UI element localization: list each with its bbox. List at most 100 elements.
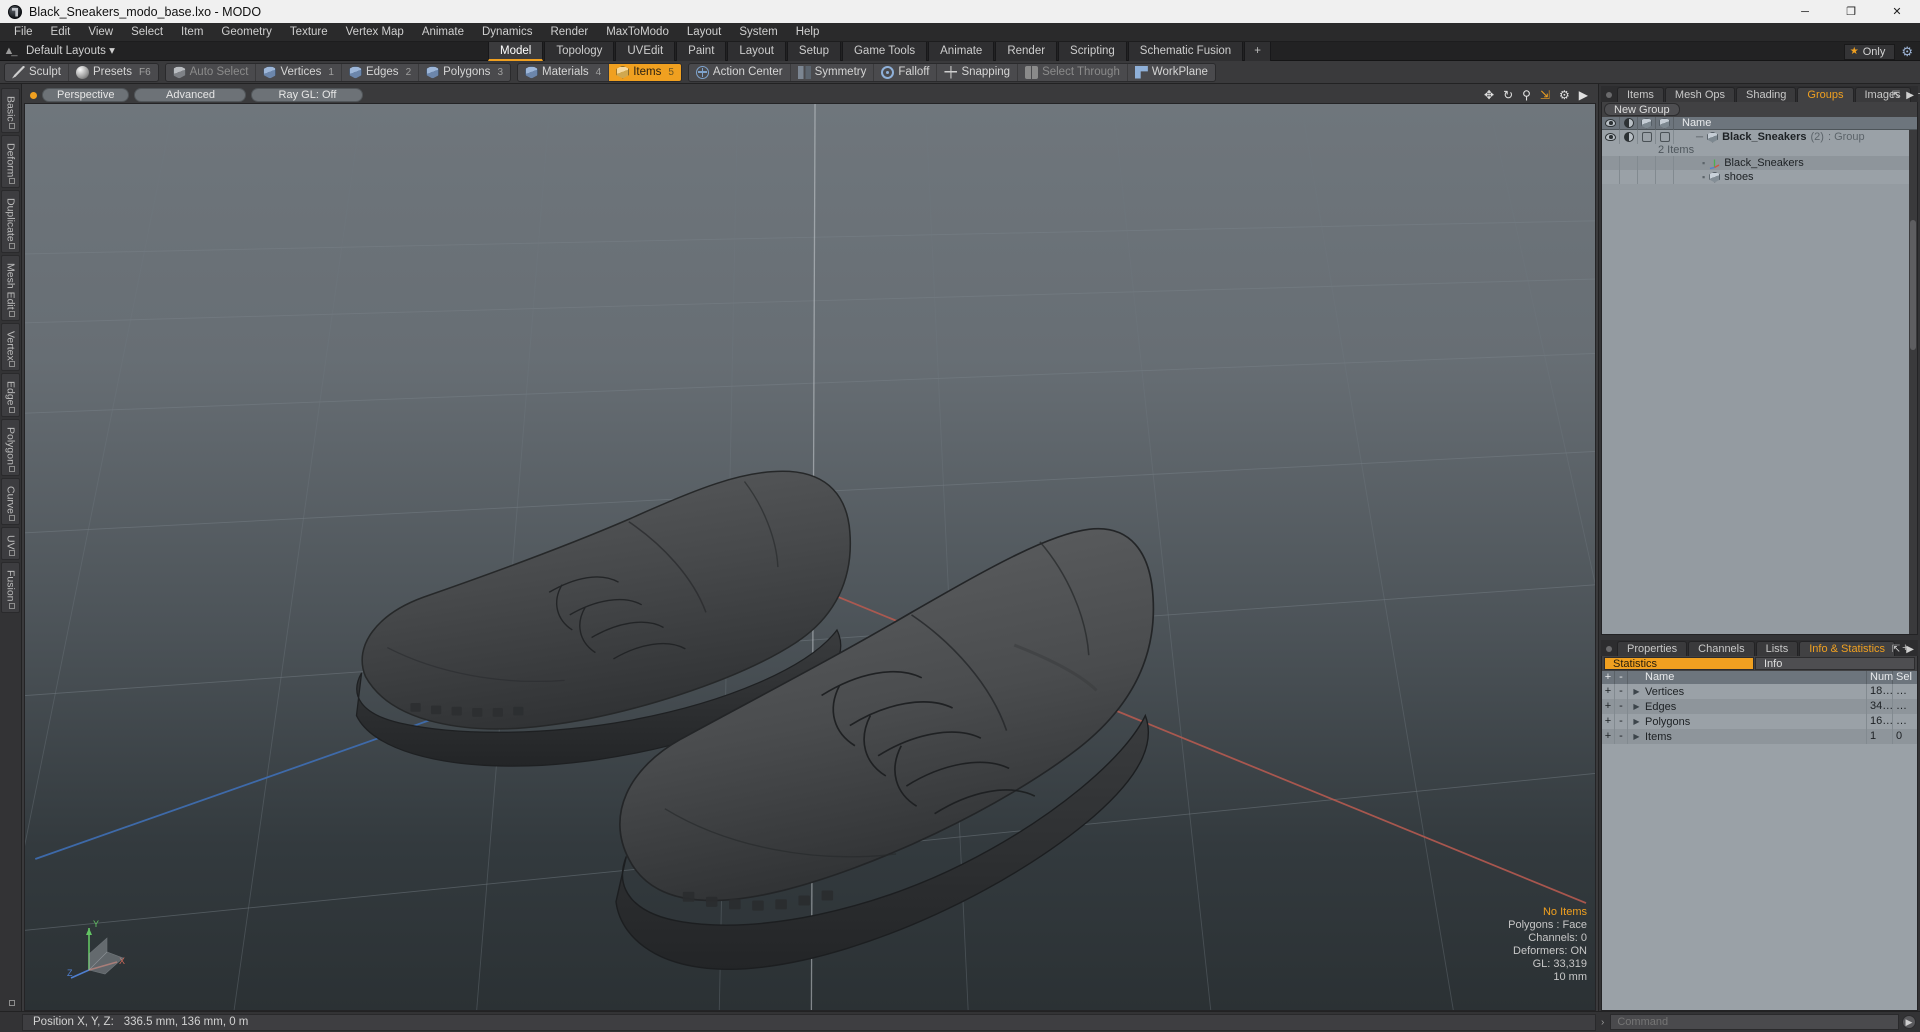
left-tab-duplicate[interactable]: Duplicate (1, 190, 20, 253)
menu-item-texture[interactable]: Texture (281, 23, 337, 42)
layout-tab-setup[interactable]: Setup (786, 42, 841, 61)
stat-remove-button[interactable]: - (1615, 684, 1628, 699)
tree-expand-toggle[interactable]: ─ (1696, 132, 1703, 143)
panel-menu-arrow-icon[interactable]: ▶ (1906, 90, 1914, 101)
stat-remove-button[interactable]: - (1615, 699, 1628, 714)
table-row[interactable]: ─ Black_Sneakers (2) : Group (1602, 130, 1917, 144)
left-tab-edge[interactable]: Edge (1, 373, 20, 417)
row-visibility-toggle[interactable] (1602, 130, 1620, 144)
toolbar-button-presets[interactable]: Presets F6 (69, 64, 158, 81)
groups-tree-body[interactable]: ─ Black_Sneakers (2) : Group 2 Items ▪ B… (1602, 130, 1917, 634)
groups-tree-group-row[interactable]: ─ Black_Sneakers (2) : Group (1674, 131, 1917, 143)
toolbar-button-edges[interactable]: Edges 2 (342, 63, 420, 81)
menu-item-dynamics[interactable]: Dynamics (473, 23, 541, 42)
layout-tab-add[interactable]: + (1244, 42, 1271, 61)
tab-shading[interactable]: Shading (1736, 87, 1797, 102)
expand-panel-icon[interactable]: ⇱ (1892, 644, 1900, 655)
row-visibility-toggle[interactable] (1602, 156, 1620, 170)
row-visibility-toggle[interactable] (1602, 170, 1620, 184)
table-row[interactable]: + - ▶ Polygons 16…… (1602, 714, 1917, 729)
toolbar-button-symmetry[interactable]: Symmetry (791, 63, 875, 81)
layout-tab-render[interactable]: Render (995, 42, 1058, 61)
left-tab-mesh-edit[interactable]: Mesh Edit (1, 254, 20, 321)
row-shading-toggle[interactable] (1620, 156, 1638, 170)
menu-item-edit[interactable]: Edit (42, 23, 80, 42)
fit-resize-icon[interactable]: ⇲ (1540, 89, 1550, 101)
stat-remove-button[interactable]: - (1615, 729, 1628, 744)
layout-tab-game-tools[interactable]: Game Tools (841, 42, 928, 61)
table-row[interactable]: ▪ Black_Sneakers (1602, 156, 1917, 170)
default-layouts-dropdown[interactable]: Default Layouts ▾ (18, 42, 123, 61)
table-row[interactable]: + - ▶ Edges 34…… (1602, 699, 1917, 714)
toolbar-button-sculpt[interactable]: Sculpt (5, 63, 69, 81)
stat-expand-arrow-icon[interactable]: ▶ (1628, 685, 1645, 699)
layout-tab-model[interactable]: Model (488, 42, 544, 61)
command-input[interactable] (1610, 1014, 1899, 1030)
panel-grip-icon[interactable] (1606, 92, 1612, 98)
home-icon[interactable]: ▲̲ (0, 45, 18, 57)
toolbar-button-vertices[interactable]: Vertices 1 (256, 63, 342, 81)
table-row[interactable]: + - ▶ Vertices 18…… (1602, 684, 1917, 699)
layout-tab-animate[interactable]: Animate (928, 42, 995, 61)
menu-item-geometry[interactable]: Geometry (212, 23, 281, 42)
row-select-toggle[interactable] (1656, 130, 1674, 144)
table-row[interactable]: ▪ shoes (1602, 170, 1917, 184)
stat-add-button[interactable]: + (1602, 714, 1615, 729)
menu-item-file[interactable]: File (5, 23, 42, 42)
new-group-button[interactable]: New Group (1604, 103, 1680, 116)
tab-properties[interactable]: Properties (1617, 641, 1688, 656)
toolbar-button-select-through[interactable]: Select Through (1018, 63, 1128, 81)
viewport-3d[interactable]: No Items Polygons : Face Channels: 0 Def… (24, 103, 1596, 1011)
stat-remove-button[interactable]: - (1615, 714, 1628, 729)
menu-item-render[interactable]: Render (541, 23, 597, 42)
toolbar-button-falloff[interactable]: Falloff (874, 63, 938, 81)
layout-tab-paint[interactable]: Paint (676, 42, 727, 61)
left-tab-basic[interactable]: Basic (1, 88, 20, 133)
left-tab-vertex[interactable]: Vertex (1, 322, 20, 372)
minimize-button[interactable]: ─ (1782, 0, 1828, 23)
viewport-settings-gear-icon[interactable]: ⚙ (1559, 89, 1570, 101)
tab-channels[interactable]: Channels (1688, 641, 1755, 656)
viewport-raygl-dropdown[interactable]: Ray GL: Off (251, 88, 364, 102)
scrollbar-thumb[interactable] (1910, 220, 1916, 350)
tab-items[interactable]: Items (1617, 87, 1664, 102)
row-select-toggle[interactable] (1656, 156, 1674, 170)
stat-add-button[interactable]: + (1602, 699, 1615, 714)
layout-tab-schematic-fusion[interactable]: Schematic Fusion (1127, 42, 1244, 61)
stat-expand-arrow-icon[interactable]: ▶ (1628, 715, 1645, 729)
row-shading-toggle[interactable] (1620, 170, 1638, 184)
row-wireframe-toggle[interactable] (1638, 170, 1656, 184)
groups-tree-child-row-locator[interactable]: ▪ Black_Sneakers (1674, 157, 1917, 169)
panel-grip-icon[interactable] (1606, 646, 1612, 652)
groups-tree-empty-area[interactable] (1602, 184, 1909, 634)
only-toggle-button[interactable]: ★ Only (1843, 43, 1896, 60)
row-select-toggle[interactable] (1656, 170, 1674, 184)
close-button[interactable]: ✕ (1874, 0, 1920, 23)
row-wireframe-toggle[interactable] (1638, 156, 1656, 170)
tab-groups[interactable]: Groups (1797, 87, 1854, 102)
viewport-shading-dropdown[interactable]: Advanced (134, 88, 247, 102)
left-tab-uv[interactable]: UV (1, 526, 20, 561)
toolbar-button-snapping[interactable]: Snapping (937, 63, 1019, 81)
table-row[interactable]: + - ▶ Items 1 0 (1602, 729, 1917, 744)
groups-tree-child-row-mesh[interactable]: ▪ shoes (1674, 171, 1917, 183)
viewport-projection-dropdown[interactable]: Perspective (42, 88, 130, 102)
maximize-button[interactable]: ❐ (1828, 0, 1874, 23)
stat-name-cell[interactable]: ▶ Edges (1628, 699, 1867, 714)
gear-icon[interactable]: ⚙ (1901, 44, 1913, 60)
left-tab-polygon[interactable]: Polygon (1, 418, 20, 476)
row-wireframe-toggle[interactable] (1638, 130, 1656, 144)
menu-item-vertex-map[interactable]: Vertex Map (337, 23, 413, 42)
stat-name-cell[interactable]: ▶ Items (1628, 729, 1867, 744)
layout-tab-scripting[interactable]: Scripting (1058, 42, 1127, 61)
tab-info-statistics[interactable]: Info & Statistics (1799, 641, 1896, 656)
stat-add-button[interactable]: + (1602, 684, 1615, 699)
expand-panel-icon[interactable]: ⇱ (1892, 90, 1900, 101)
groups-tree-scrollbar[interactable] (1909, 130, 1917, 634)
layout-tab-uvedit[interactable]: UVEdit (615, 42, 676, 61)
stat-expand-arrow-icon[interactable]: ▶ (1628, 730, 1645, 744)
toolbar-button-items[interactable]: Items 5 (609, 63, 681, 81)
toolbar-button-auto-select[interactable]: Auto Select (166, 63, 257, 81)
left-tab-fusion[interactable]: Fusion (1, 562, 20, 613)
viewport-menu-arrow-icon[interactable]: ▶ (1579, 89, 1588, 101)
